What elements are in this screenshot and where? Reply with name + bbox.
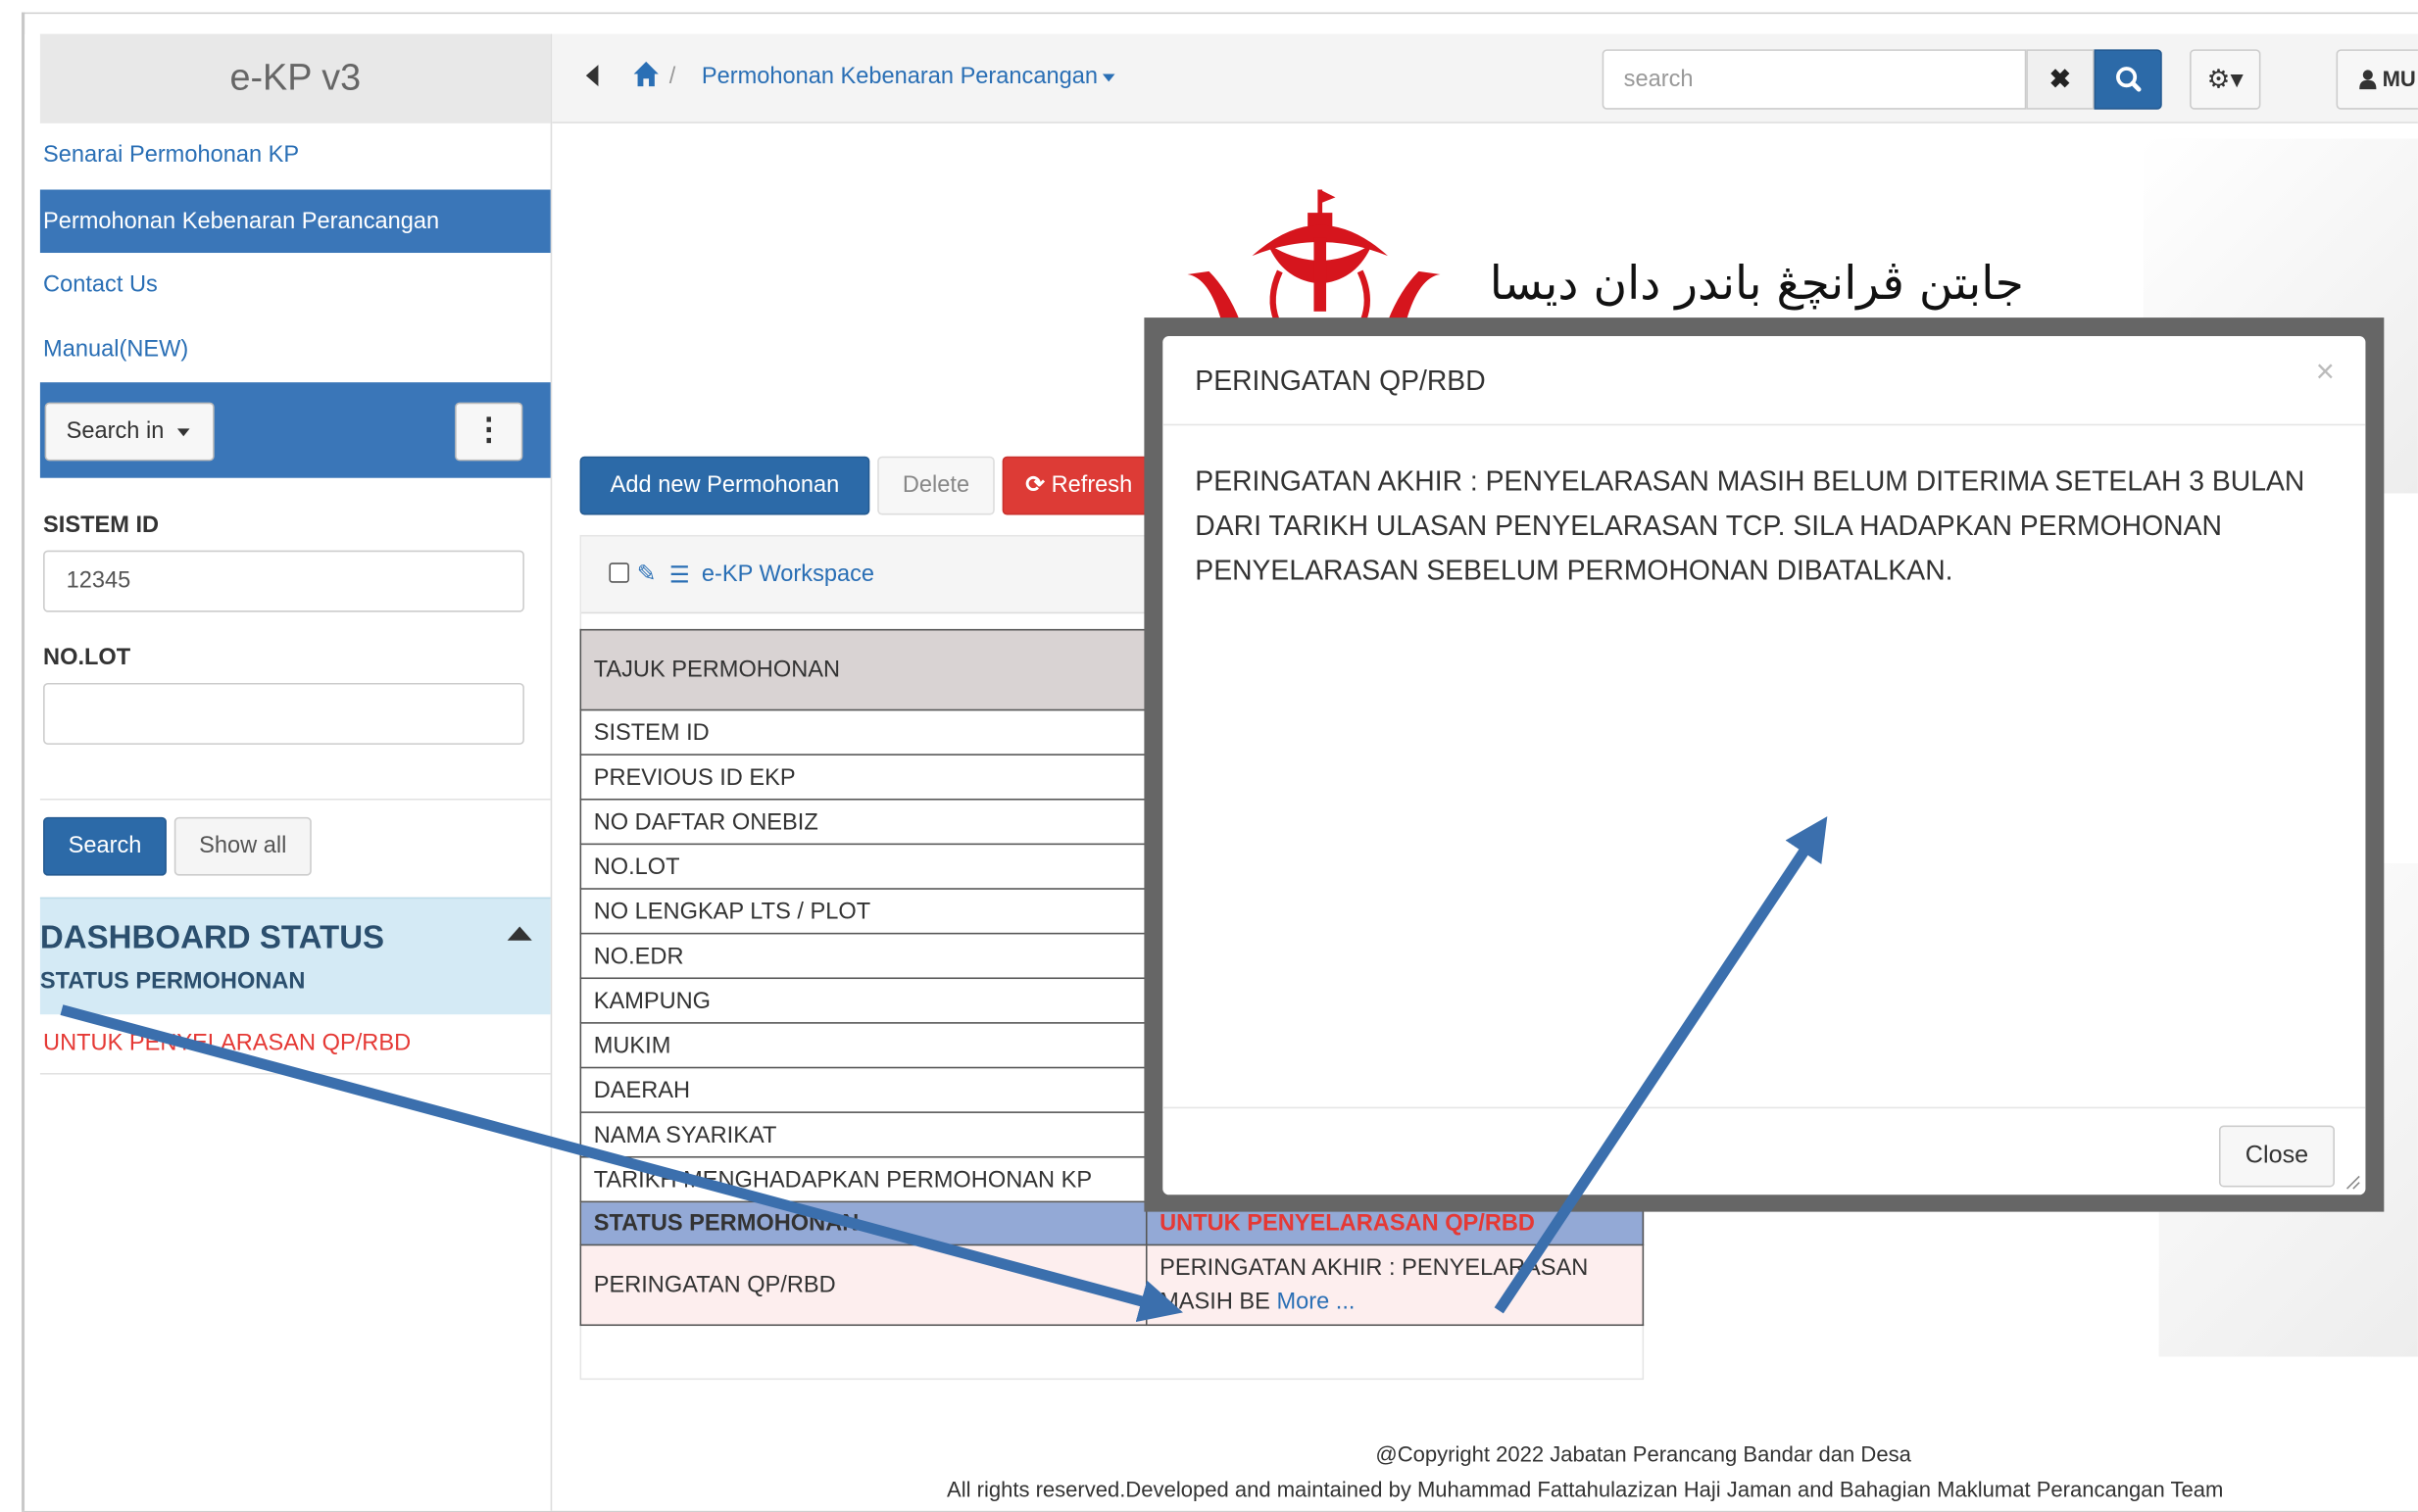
row-label: MUKIM — [579, 1022, 1148, 1069]
row-label: DAERAH — [579, 1066, 1148, 1113]
add-new-permohonan-button[interactable]: Add new Permohonan — [579, 456, 870, 515]
dashboard-status-header[interactable]: DASHBOARD STATUS STATUS PERMOHONAN — [39, 897, 551, 1015]
warning-value: PERINGATAN AKHIR : PENYELARASAN MASIH BE — [1160, 1253, 1589, 1315]
frame-top — [22, 12, 2418, 15]
clear-search-button[interactable]: ✖ — [2026, 49, 2095, 110]
modal-divider — [1162, 423, 2366, 426]
search-submit-button[interactable] — [2094, 49, 2162, 110]
list-icon[interactable]: ☰ — [669, 561, 690, 589]
breadcrumb-dropdown[interactable]: Permohonan Kebenaran Perancangan — [701, 63, 1115, 90]
search-in-dropdown[interactable]: Search in — [44, 402, 215, 462]
row-label: NO DAFTAR ONEBIZ — [579, 798, 1148, 846]
sistem-id-label: SISTEM ID — [43, 512, 160, 539]
no-lot-input[interactable] — [43, 682, 524, 745]
user-menu-button[interactable]: MU — [2336, 49, 2418, 110]
status-label: STATUS PERMOHONAN — [579, 1200, 1148, 1246]
search-button[interactable]: Search — [43, 816, 167, 876]
refresh-button[interactable]: ⟳ Refresh — [1002, 456, 1157, 515]
collapse-icon[interactable] — [507, 926, 532, 941]
modal-title: PERINGATAN QP/RBD — [1195, 365, 1486, 397]
delete-button[interactable]: Delete — [877, 456, 995, 515]
sidebar-item-contact[interactable]: Contact Us — [40, 253, 551, 317]
jabatan-logo-icon — [1187, 189, 1441, 322]
search-in-label: Search in — [66, 417, 165, 445]
dashboard-subtitle: STATUS PERMOHONAN — [39, 968, 306, 995]
dashboard-item-penyelarasan[interactable]: UNTUK PENYELARASAN QP/RBD — [43, 1030, 411, 1056]
close-button[interactable]: Close — [2218, 1125, 2335, 1188]
search-input[interactable]: search — [1602, 49, 2027, 110]
chevron-down-icon — [176, 427, 189, 436]
row-label: SISTEM ID — [579, 708, 1148, 756]
select-checkbox[interactable] — [609, 562, 629, 583]
row-label: NO LENGKAP LTS / PLOT — [579, 888, 1148, 935]
divider — [39, 798, 551, 801]
refresh-label: Refresh — [1051, 471, 1133, 499]
sidebar-item-manual[interactable]: Manual(NEW) — [40, 317, 551, 381]
modal-message: PERINGATAN AKHIR : PENYELARASAN MASIH BE… — [1195, 465, 2305, 586]
back-arrow-icon[interactable] — [585, 65, 599, 87]
breadcrumb-separator: / — [668, 63, 676, 90]
close-icon[interactable]: × — [2316, 355, 2335, 392]
more-link[interactable]: More ... — [1276, 1288, 1355, 1314]
app-brand[interactable]: e-KP v3 — [39, 33, 551, 123]
footer-rights: All rights reserved.Developed and mainta… — [947, 1477, 2224, 1502]
footer-copyright: @Copyright 2022 Jabatan Perancang Bandar… — [1375, 1441, 1911, 1467]
warning-label: PERINGATAN QP/RBD — [579, 1244, 1148, 1327]
top-navbar: / Permohonan Kebenaran Perancangan searc… — [552, 33, 2418, 123]
user-icon — [2359, 54, 2377, 90]
no-lot-label: NO.LOT — [43, 644, 131, 671]
breadcrumb-label: Permohonan Kebenaran Perancangan — [701, 63, 1098, 90]
department-name-jawi: جابتن ڤرانچڠ باندر دان ديسا — [1489, 257, 2024, 312]
screenshot-stage: e-KP v3 Senarai Permohonan KP Permohonan… — [0, 0, 2418, 1512]
row-label: KAMPUNG — [579, 977, 1148, 1024]
row-label: TARIKH MENGHADAPKAN PERMOHONAN KP — [579, 1155, 1148, 1203]
refresh-icon: ⟳ — [1025, 471, 1046, 499]
sidebar: e-KP v3 Senarai Permohonan KP Permohonan… — [25, 33, 553, 1511]
divider — [39, 1073, 551, 1075]
sistem-id-input[interactable]: 12345 — [43, 550, 524, 612]
sidebar-item-senarai[interactable]: Senarai Permohonan KP — [40, 123, 551, 187]
peringatan-modal: PERINGATAN QP/RBD × PERINGATAN AKHIR : P… — [1162, 335, 2366, 1195]
home-icon[interactable] — [632, 60, 660, 87]
row-label: NO.LOT — [579, 843, 1148, 890]
workspace-link[interactable]: e-KP Workspace — [702, 561, 874, 588]
row-label: PREVIOUS ID EKP — [579, 754, 1148, 801]
show-all-button[interactable]: Show all — [173, 816, 312, 876]
dashboard-title: DASHBOARD STATUS — [39, 920, 385, 956]
settings-gear-button[interactable]: ⚙▾ — [2190, 49, 2261, 110]
search-panel: Search in ⋮ — [39, 382, 551, 478]
search-icon — [2116, 67, 2142, 92]
more-options-button[interactable]: ⋮ — [455, 402, 523, 462]
modal-divider — [1162, 1106, 2366, 1109]
pencil-icon[interactable]: ✎ — [637, 560, 657, 588]
sidebar-item-permohonan[interactable]: Permohonan Kebenaran Perancangan — [39, 189, 551, 254]
table-header-cell: TAJUK PERMOHONAN — [579, 628, 1148, 711]
user-label: MU — [2382, 66, 2416, 91]
resize-handle-icon[interactable] — [2345, 1175, 2361, 1191]
row-label: NAMA SYARIKAT — [579, 1111, 1148, 1158]
row-label: NO.EDR — [579, 932, 1148, 980]
warning-row: PERINGATAN QP/RBD PERINGATAN AKHIR : PEN… — [579, 1244, 1645, 1327]
warning-value-cell: PERINGATAN AKHIR : PENYELARASAN MASIH BE… — [1145, 1244, 1645, 1327]
caret-down-icon — [1102, 73, 1115, 81]
